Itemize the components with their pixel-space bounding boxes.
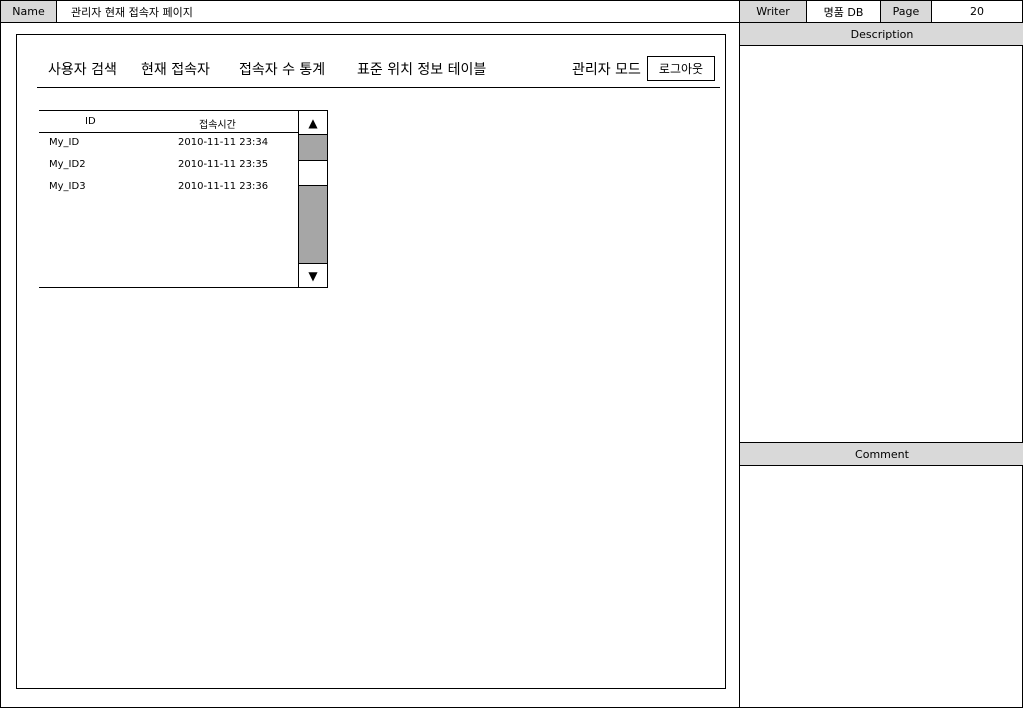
logout-button[interactable]: 로그아웃 (647, 56, 715, 81)
description-header: Description (740, 22, 1023, 46)
cell-time: 2010-11-11 23:36 (178, 181, 269, 192)
scroll-thumb[interactable] (299, 160, 327, 186)
scroll-down-arrow-icon[interactable]: ▼ (299, 263, 327, 287)
admin-screen-mockup: 사용자 검색 현재 접속자 접속자 수 통계 표준 위치 정보 테이블 관리자 … (16, 34, 726, 689)
current-users-table: ID 접속시간 My_ID 2010-11-11 23:34 My_ID2 20… (39, 110, 328, 288)
page-label: Page (880, 0, 932, 23)
column-header-time: 접속시간 (199, 120, 236, 131)
table-row[interactable]: My_ID 2010-11-11 23:34 (39, 133, 299, 155)
table-bottom-border (39, 287, 299, 288)
table-top-border (39, 110, 299, 111)
page-number-value: 20 (931, 0, 1023, 23)
top-navigation: 사용자 검색 현재 접속자 접속자 수 통계 표준 위치 정보 테이블 관리자 … (17, 35, 727, 90)
nav-location-table[interactable]: 표준 위치 정보 테이블 (357, 59, 486, 79)
table-row[interactable]: My_ID3 2010-11-11 23:36 (39, 177, 299, 199)
cell-id: My_ID2 (49, 159, 86, 170)
table-scrollbar[interactable]: ▲ ▼ (298, 110, 328, 288)
cell-id: My_ID (49, 137, 80, 148)
writer-value: 명품 DB (806, 0, 881, 23)
nav-user-search[interactable]: 사용자 검색 (48, 59, 117, 79)
cell-time: 2010-11-11 23:35 (178, 159, 269, 170)
admin-mode-label: 관리자 모드 (572, 62, 641, 78)
nav-current-users[interactable]: 현재 접속자 (141, 59, 210, 79)
annotation-panel: Description Comment (739, 22, 1023, 708)
column-header-id: ID (85, 116, 96, 127)
cell-id: My_ID3 (49, 181, 86, 192)
nav-divider (37, 87, 720, 88)
name-label: Name (0, 0, 57, 23)
writer-label: Writer (739, 0, 807, 23)
page-name-value: 관리자 현재 접속자 페이지 (56, 0, 741, 23)
comment-header: Comment (740, 442, 1023, 466)
cell-time: 2010-11-11 23:34 (178, 137, 269, 148)
table-row[interactable]: My_ID2 2010-11-11 23:35 (39, 155, 299, 177)
nav-user-stats[interactable]: 접속자 수 통계 (239, 59, 325, 79)
scroll-up-arrow-icon[interactable]: ▲ (299, 111, 327, 135)
